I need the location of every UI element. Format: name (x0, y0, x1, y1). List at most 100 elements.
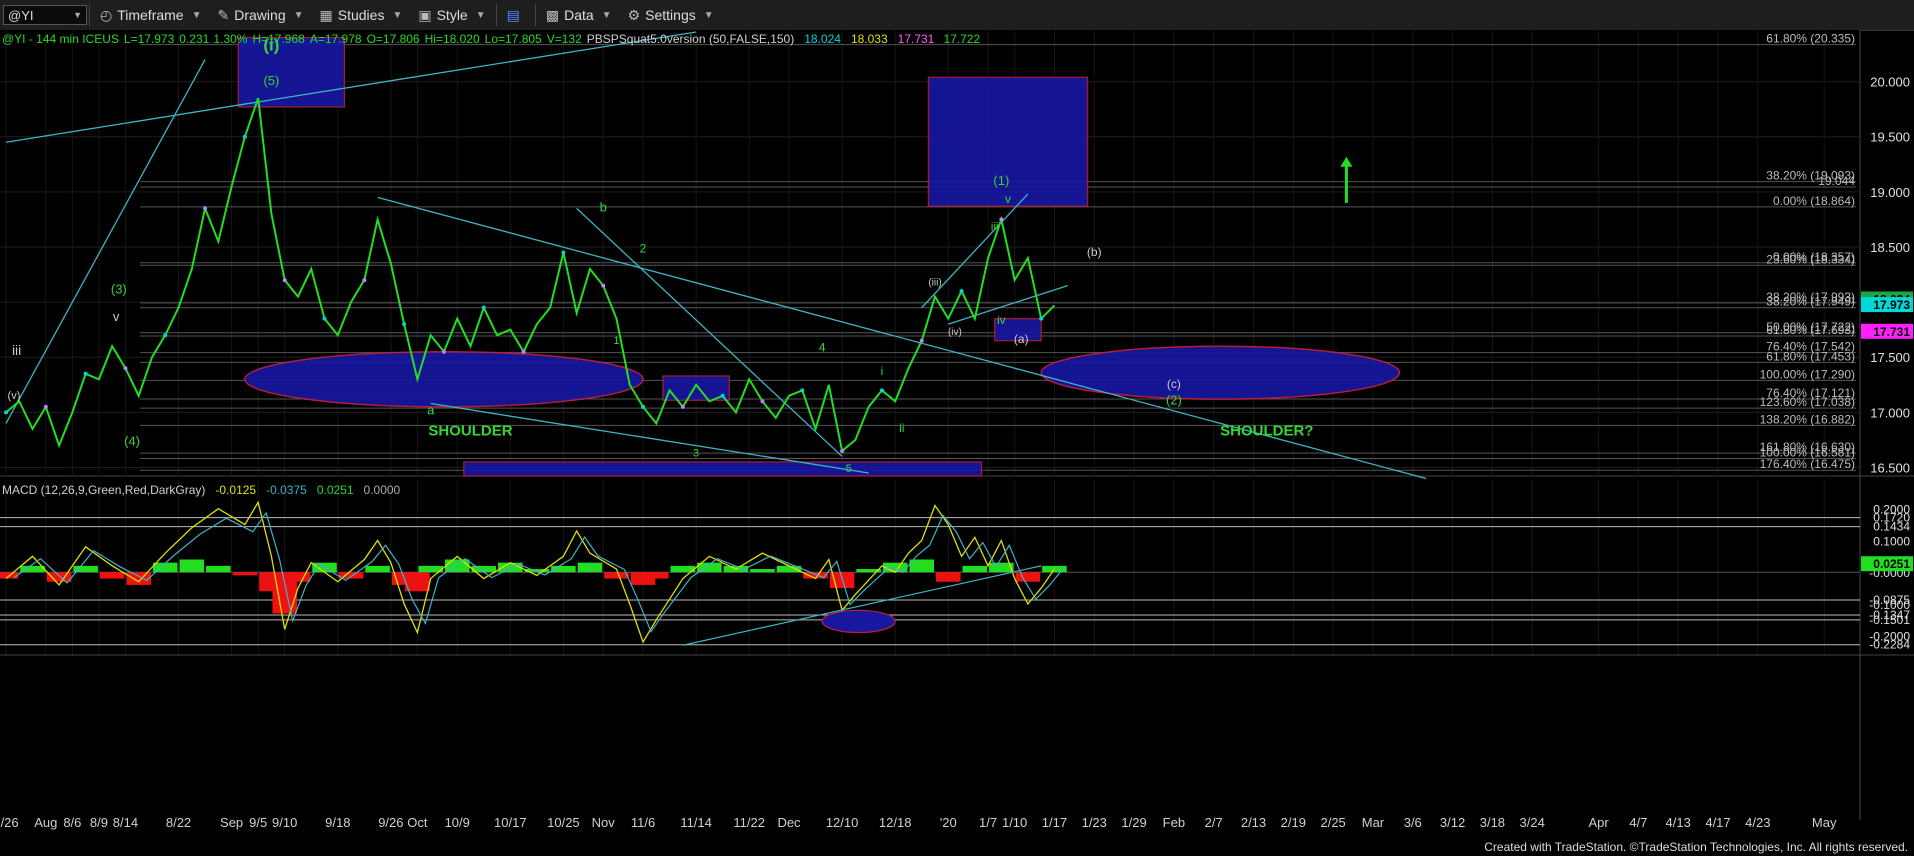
macd-axis-tick: 0.1000 (1873, 534, 1910, 548)
fib-level-label: 61.80% (20.335) (1766, 32, 1855, 46)
macd-ellipse (821, 609, 896, 634)
wave-label: iii (12, 342, 21, 358)
swing-marker (203, 206, 208, 211)
header-text: @YI - 144 min ICEUS (2, 32, 119, 46)
target-ellipse (1040, 345, 1401, 400)
header-text: Lo=17.805 (485, 32, 542, 46)
toolbar: @YI ▼ ◴ Timeframe ▼ ✎ Drawing ▼ ▦ Studie… (0, 0, 1914, 31)
price-tag-label: 17.731 (1873, 325, 1910, 339)
time-axis-tick: 2/19 (1281, 815, 1306, 830)
swing-marker (481, 305, 486, 310)
swing-marker (4, 410, 8, 415)
wave-label: 4 (819, 341, 826, 355)
macd-trend-line (682, 565, 1042, 646)
header-text: 17.722 (943, 32, 980, 46)
chevron-down-icon: ▼ (191, 9, 202, 21)
time-axis-tick: Nov (592, 815, 616, 830)
time-axis-tick: May (1812, 815, 1837, 830)
macd-histogram-bar (126, 572, 151, 585)
header-text: H=17.968 (252, 32, 305, 46)
header-text: 1.30% (213, 32, 247, 46)
timeframe-button[interactable]: ◴ Timeframe ▼ (92, 3, 210, 27)
wave-label: (3) (111, 281, 127, 296)
fib-level-label: 176.40% (16.475) (1760, 457, 1855, 471)
time-axis-tick: 8/9 (90, 815, 108, 830)
fib-level-label: 123.60% (17.038) (1760, 395, 1855, 409)
time-axis-tick: 4/13 (1666, 815, 1691, 830)
macd-level-label: -0.1501 (1869, 613, 1910, 627)
macd-histogram-bar (99, 572, 125, 579)
data-button[interactable]: ▩ Data ▼ (538, 3, 620, 27)
time-axis-tick: 2/7 (1205, 815, 1223, 830)
time-axis-tick: 8/6 (63, 815, 81, 830)
swing-marker (441, 349, 446, 354)
macd-axis-tick: -0.1000 (1869, 598, 1910, 612)
macd-axis-tick: 0.2000 (1873, 503, 1910, 517)
header-text: -0.0125 (215, 483, 256, 497)
time-axis-tick: 1/29 (1121, 815, 1146, 830)
swing-marker (163, 333, 168, 338)
time-axis-tick: Sep (220, 815, 243, 830)
data-label: Data (564, 7, 594, 23)
macd-histogram-bar (232, 572, 258, 576)
time-axis-tick: 3/24 (1520, 815, 1545, 830)
time-axis-tick: 2/13 (1241, 815, 1266, 830)
time-axis-tick: 1/23 (1082, 815, 1107, 830)
price-header: @YI - 144 min ICEUS L=17.973 0.231 1.30% H=1… (2, 32, 980, 46)
wave-label: SHOULDER (428, 423, 512, 440)
layout-icon: ▤ (506, 6, 520, 23)
toolbar-divider (534, 4, 536, 26)
swing-marker (800, 388, 805, 393)
symbol-value: @YI (8, 7, 34, 23)
time-axis-tick: 10/25 (547, 815, 580, 830)
studies-button[interactable]: ▦ Studies ▼ (312, 3, 411, 27)
layout-button[interactable]: ▤ (499, 3, 533, 27)
time-axis-tick: Feb (1163, 815, 1185, 830)
wave-label: v (1005, 192, 1011, 206)
style-button[interactable]: ▣ Style ▼ (410, 3, 493, 27)
swing-marker (999, 217, 1004, 222)
price-axis-tick: 18.500 (1870, 240, 1910, 255)
copyright-text: Created with TradeStation. ©TradeStation… (1484, 840, 1908, 854)
price-axis-tick: 16.500 (1870, 460, 1910, 475)
wave-label: (c) (1167, 377, 1181, 391)
header-text: PBSPSquat5.0version (50,FALSE,150) (587, 32, 794, 46)
drawing-label: Drawing (234, 7, 286, 23)
clock-icon: ◴ (100, 6, 113, 23)
symbol-selector[interactable]: @YI ▼ (3, 5, 87, 25)
header-text: MACD (12,26,9,Green,Red,DarkGray) (2, 483, 205, 497)
macd-value-tag-label: 0.0251 (1873, 557, 1910, 571)
header-text: 0.231 (179, 32, 209, 46)
macd-histogram-bar (1015, 572, 1041, 582)
data-icon: ▩ (545, 6, 560, 23)
header-text: O=17.806 (367, 32, 420, 46)
swing-marker (760, 399, 765, 404)
chart-area[interactable]: 61.80% (20.335)38.20% (19.093)19.0440.00… (0, 30, 1914, 838)
time-axis-tick: 11/22 (733, 815, 765, 830)
toolbar-divider (89, 4, 90, 26)
settings-button[interactable]: ⚙ Settings ▼ (620, 3, 722, 27)
time-axis-tick: 4/7 (1629, 815, 1647, 830)
wave-label: (5) (263, 73, 279, 88)
macd-histogram-bar (179, 559, 205, 573)
wave-label: iii (991, 219, 999, 233)
swing-marker (641, 404, 646, 409)
macd-axis-tick: -0.2000 (1869, 630, 1910, 644)
macd-histogram-bar (577, 562, 603, 573)
wave-label: v (113, 309, 120, 324)
wave-label: (iv) (948, 327, 962, 338)
fib-level-label: 38.20% (17.949) (1766, 295, 1855, 309)
time-axis-tick: 2/25 (1320, 815, 1345, 830)
time-axis-tick: 9/18 (325, 815, 350, 830)
time-axis-tick: 3/6 (1404, 815, 1422, 830)
time-axis-tick: 8/22 (166, 815, 191, 830)
wave-label: (4) (124, 433, 140, 448)
style-label: Style (436, 7, 468, 23)
price-axis-tick: 19.500 (1870, 130, 1910, 145)
swing-marker (282, 278, 287, 283)
wave-label: a (427, 403, 435, 418)
chevron-down-icon: ▼ (703, 9, 714, 21)
price-tag-label: 17.973 (1873, 298, 1910, 312)
wave-label: SHOULDER? (1220, 423, 1313, 440)
drawing-button[interactable]: ✎ Drawing ▼ (210, 3, 312, 27)
